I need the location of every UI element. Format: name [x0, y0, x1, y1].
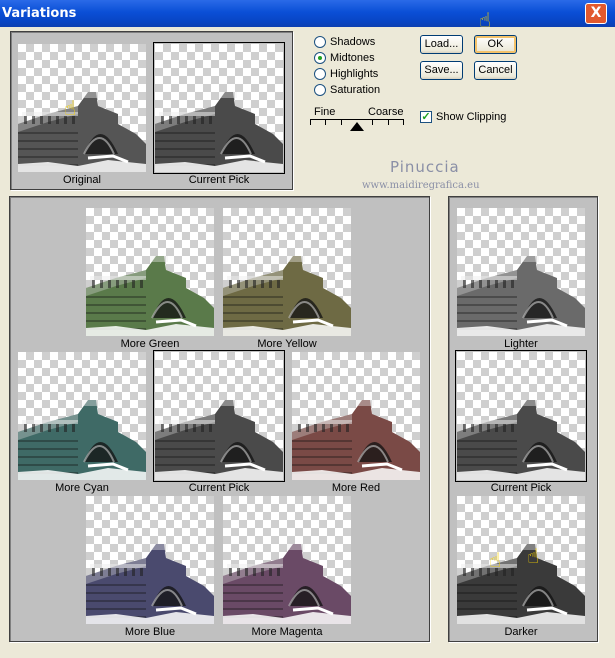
coarse-label: Coarse	[368, 106, 404, 118]
show-clipping-label: Show Clipping	[436, 111, 507, 123]
ok-button[interactable]: OK	[474, 35, 517, 54]
darker-label: Darker	[504, 626, 538, 638]
more-green-label: More Green	[120, 338, 180, 350]
current-pick-thumbnail-center	[153, 350, 285, 482]
current-pick-thumbnail-top	[153, 42, 285, 174]
bridge-image	[457, 256, 585, 336]
bridge-image	[223, 256, 351, 336]
pointing-hand-icon: ☝	[64, 96, 77, 120]
pointing-hand-icon: ☝	[489, 548, 502, 572]
more-green-thumbnail[interactable]	[86, 208, 214, 336]
more-cyan-thumbnail[interactable]	[18, 352, 146, 480]
more-blue-thumbnail[interactable]	[86, 496, 214, 624]
show-clipping-checkbox[interactable]: ✓ Show Clipping	[420, 111, 506, 123]
save-button[interactable]: Save...	[420, 61, 463, 80]
lighter-label: Lighter	[504, 338, 538, 350]
more-blue-label: More Blue	[124, 626, 176, 638]
radio-label: Midtones	[330, 52, 375, 64]
radio-circle	[314, 52, 326, 64]
darker-thumbnail[interactable]	[457, 496, 585, 624]
radio-circle	[314, 84, 326, 96]
current-pick-thumbnail-right	[455, 350, 587, 482]
bridge-image	[155, 92, 283, 172]
bridge-image	[86, 256, 214, 336]
bridge-image	[86, 544, 214, 624]
radio-saturation[interactable]: Saturation	[314, 84, 380, 96]
lighter-thumbnail[interactable]	[457, 208, 585, 336]
load-button[interactable]: Load...	[420, 35, 463, 54]
bridge-image	[457, 544, 585, 624]
radio-label: Shadows	[330, 36, 376, 48]
more-yellow-thumbnail[interactable]	[223, 208, 351, 336]
more-magenta-label: More Magenta	[251, 626, 323, 638]
radio-shadows[interactable]: Shadows	[314, 36, 375, 48]
radio-label: Highlights	[330, 68, 379, 80]
check-icon: ✓	[420, 111, 432, 123]
bridge-image	[457, 400, 585, 480]
more-yellow-label: More Yellow	[257, 338, 317, 350]
window-title: Variations	[2, 6, 77, 21]
bridge-image	[223, 544, 351, 624]
more-cyan-label: More Cyan	[55, 482, 109, 494]
watermark-name: Pinuccia	[390, 158, 460, 176]
close-button[interactable]: X	[585, 3, 607, 24]
pointing-hand-icon: ☝	[479, 8, 492, 32]
amount-slider[interactable]	[310, 119, 404, 131]
bridge-image	[18, 92, 146, 172]
radio-circle	[314, 36, 326, 48]
more-magenta-thumbnail[interactable]	[223, 496, 351, 624]
slider-thumb[interactable]	[350, 122, 364, 131]
bridge-image	[292, 400, 420, 480]
radio-label: Saturation	[330, 84, 381, 96]
current-pick-label-center: Current Pick	[188, 482, 250, 494]
current-pick-label-top: Current Pick	[188, 174, 250, 186]
radio-highlights[interactable]: Highlights	[314, 68, 378, 80]
fine-label: Fine	[314, 106, 336, 118]
watermark-url: www.maidiregrafica.eu	[362, 180, 480, 191]
original-thumbnail	[18, 44, 146, 172]
radio-midtones[interactable]: Midtones	[314, 52, 375, 64]
radio-circle	[314, 68, 326, 80]
bridge-image	[18, 400, 146, 480]
more-red-label: More Red	[331, 482, 381, 494]
cancel-button[interactable]: Cancel	[474, 61, 517, 80]
bridge-image	[155, 400, 283, 480]
pointing-hand-icon: ☝	[527, 544, 540, 568]
original-label: Original	[63, 174, 101, 186]
current-pick-label-right: Current Pick	[490, 482, 552, 494]
title-bar: Variations X	[0, 0, 615, 27]
more-red-thumbnail[interactable]	[292, 352, 420, 480]
